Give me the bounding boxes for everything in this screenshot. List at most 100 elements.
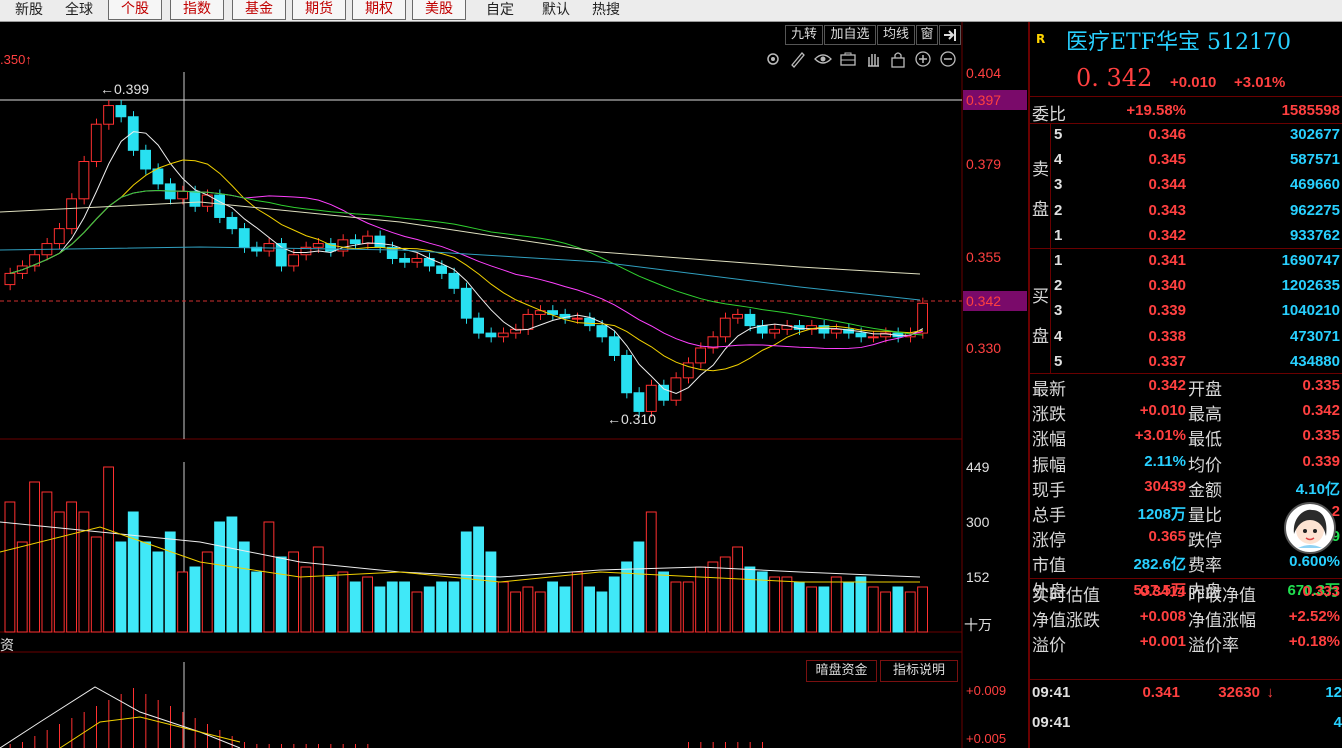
volume-bar: [238, 541, 250, 633]
volume-bar: [16, 541, 28, 633]
candle-body: [214, 194, 226, 218]
assistant-avatar[interactable]: [1284, 502, 1336, 554]
volume-bar: [510, 591, 521, 633]
volume-bar: [793, 581, 805, 633]
indicator-explain-button[interactable]: 指标说明: [880, 660, 958, 682]
volume-bar: [115, 541, 127, 633]
candle-body: [608, 336, 620, 356]
price-tick-label: 0.355: [966, 249, 1001, 265]
tab-10[interactable]: 热搜: [586, 0, 626, 20]
fund-name: 医疗ETF华宝 512170: [1066, 24, 1291, 56]
tab-9[interactable]: 默认: [536, 0, 576, 20]
stat-label: 费率: [1188, 556, 1222, 577]
tick-time: 09:41: [1032, 684, 1071, 701]
candle-body: [522, 313, 534, 330]
chart-area[interactable]: ←0.399 ←0.310 .350↑ 0.404 0.397 0.379 0.355 0.3…: [0, 22, 1028, 748]
stat-value: 0.339: [1302, 452, 1340, 470]
ma5-line: [10, 131, 924, 395]
volume-bar: [670, 581, 682, 633]
stat-value: 0.600%: [1289, 553, 1340, 571]
sell-price[interactable]: 0.345: [1090, 151, 1186, 168]
tab-6[interactable]: 期权: [352, 0, 406, 20]
candle-body: [436, 265, 447, 274]
buy-price[interactable]: 0.341: [1090, 252, 1186, 269]
fund-name-text: 医疗ETF华宝: [1066, 30, 1200, 55]
last-price: 0. 342: [1076, 64, 1153, 92]
zoom-out-icon[interactable]: [939, 50, 957, 68]
tab-8[interactable]: 自定: [480, 0, 520, 20]
divider: [1030, 123, 1342, 124]
stat-label: 金额: [1188, 480, 1222, 501]
volume-bar: [485, 551, 497, 633]
pen-icon[interactable]: [789, 50, 807, 68]
stat-label: 涨跌: [1032, 405, 1066, 426]
tab-7[interactable]: 美股: [412, 0, 466, 20]
stat-label: 最高: [1188, 405, 1222, 426]
volume-bar: [164, 531, 176, 633]
volume-bar: [744, 566, 756, 633]
window-button[interactable]: 窗: [916, 25, 938, 45]
sell-price[interactable]: 0.346: [1090, 126, 1186, 143]
buy-price[interactable]: 0.337: [1090, 353, 1186, 370]
candle-body: [596, 325, 608, 338]
zoom-in-icon[interactable]: [914, 50, 932, 68]
jiuzhuan-button[interactable]: 九转: [785, 25, 823, 45]
candle-body: [855, 332, 867, 338]
stat-label: 开盘: [1188, 380, 1222, 400]
dark-pool-button[interactable]: 暗盘资金: [806, 660, 877, 682]
tick-price: 0.341: [1142, 684, 1180, 701]
tick-volume: 32630: [1218, 684, 1260, 701]
tab-0[interactable]: 新股: [8, 0, 50, 20]
volume-bar: [399, 581, 410, 633]
buy-side-label: 盘: [1032, 327, 1049, 347]
tab-3[interactable]: 指数: [170, 0, 224, 20]
tab-2[interactable]: 个股: [108, 0, 162, 20]
tab-4[interactable]: 基金: [232, 0, 286, 20]
indicator-line: [0, 686, 241, 748]
collapse-arrow-icon[interactable]: [939, 25, 961, 45]
candle-body: [399, 257, 410, 263]
volume-bar: [547, 581, 559, 633]
nav-label: 昨收净值: [1188, 586, 1256, 606]
volume-bar: [189, 566, 201, 633]
buy-level: 3: [1054, 302, 1063, 320]
buy-level: 1: [1054, 252, 1063, 269]
sell-price[interactable]: 0.344: [1090, 176, 1186, 193]
volume-bar: [127, 511, 139, 633]
gear-icon[interactable]: [764, 50, 782, 68]
stat-label: 现手: [1032, 480, 1066, 501]
volume-bar: [522, 586, 534, 633]
hand-icon[interactable]: [864, 50, 882, 68]
volume-bar: [325, 576, 336, 633]
tick-time: 09:41: [1032, 714, 1071, 731]
volume-bar: [904, 591, 916, 633]
volume-bar: [818, 586, 830, 633]
briefcase-icon[interactable]: [839, 50, 857, 68]
candle-body: [90, 123, 102, 163]
volume-bar: [423, 586, 435, 633]
candle-body: [103, 105, 114, 125]
add-watchlist-button[interactable]: 加自选: [824, 25, 876, 45]
buy-price[interactable]: 0.338: [1090, 328, 1186, 345]
price-change-pct: +3.01%: [1234, 74, 1286, 91]
volume-bar: [596, 591, 608, 633]
tab-5[interactable]: 期货: [292, 0, 346, 20]
lock-icon[interactable]: [889, 50, 907, 68]
volume-bar: [559, 586, 571, 633]
eye-icon[interactable]: [814, 50, 832, 68]
indicator-left-label: 资: [0, 638, 14, 654]
buy-price[interactable]: 0.340: [1090, 277, 1186, 294]
volume-bar: [152, 551, 164, 633]
sell-side-label: 盘: [1032, 200, 1049, 220]
buy-price[interactable]: 0.339: [1090, 302, 1186, 319]
candle-body: [238, 228, 250, 248]
kline-chart[interactable]: ←0.399 ←0.310 .350↑ 0.404 0.397 0.379 0.355 0.3…: [0, 22, 1028, 748]
sell-price[interactable]: 0.342: [1090, 227, 1186, 244]
sell-price[interactable]: 0.343: [1090, 202, 1186, 219]
volume-bar: [497, 581, 509, 633]
divider: [1030, 578, 1342, 579]
volume-bar: [584, 586, 596, 633]
ma-line-button[interactable]: 均线: [877, 25, 915, 45]
nav-value: +0.001: [1139, 633, 1186, 651]
tab-1[interactable]: 全球: [58, 0, 100, 20]
